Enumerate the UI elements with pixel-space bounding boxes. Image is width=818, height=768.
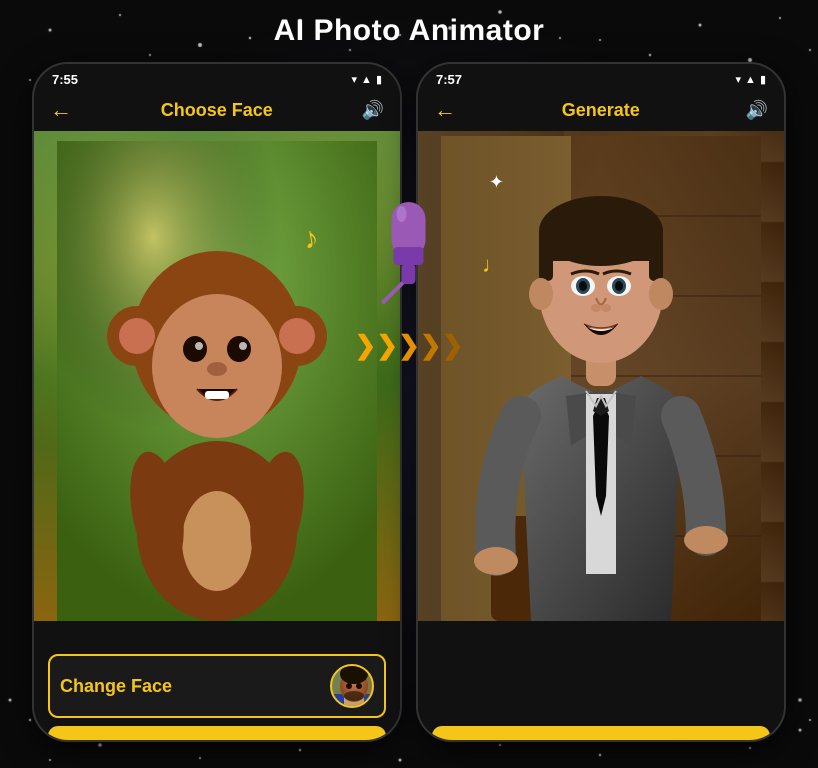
change-face-label: Change Face bbox=[60, 676, 172, 697]
left-phone: 7:55 ▾ ▲ ▮ ← Choose Face 🔊 bbox=[32, 62, 402, 742]
right-status-bar: 7:57 ▾ ▲ ▮ bbox=[418, 64, 784, 91]
right-photo-area bbox=[418, 131, 784, 621]
page-title: AI Photo Animator bbox=[0, 0, 818, 58]
download-button[interactable]: Download bbox=[432, 726, 770, 742]
right-status-time: 7:57 bbox=[436, 72, 462, 87]
signal-icon: ▲ bbox=[361, 74, 372, 86]
left-status-time: 7:55 bbox=[52, 72, 78, 87]
left-phone-bottom: Change Face bbox=[34, 621, 400, 742]
battery-icon: ▮ bbox=[376, 73, 382, 86]
right-sound-icon[interactable]: 🔊 bbox=[746, 100, 768, 121]
right-nav-bar: ← Generate 🔊 bbox=[418, 91, 784, 131]
right-back-button[interactable]: ← bbox=[434, 97, 456, 123]
left-back-button[interactable]: ← bbox=[50, 97, 72, 123]
left-status-icons: ▾ ▲ ▮ bbox=[352, 73, 382, 86]
right-phone-bottom: Download bbox=[418, 621, 784, 742]
change-face-button[interactable]: Change Face bbox=[48, 654, 386, 718]
right-wifi-icon: ▾ bbox=[736, 73, 742, 86]
right-status-icons: ▾ ▲ ▮ bbox=[736, 73, 766, 86]
right-nav-title: Generate bbox=[562, 100, 640, 121]
face-thumbnail bbox=[330, 664, 374, 708]
right-signal-icon: ▲ bbox=[745, 74, 756, 86]
create-button[interactable]: Create bbox=[48, 726, 386, 742]
left-status-bar: 7:55 ▾ ▲ ▮ bbox=[34, 64, 400, 91]
right-phone: 7:57 ▾ ▲ ▮ ← Generate 🔊 bbox=[416, 62, 786, 742]
suited-man-illustration bbox=[441, 136, 761, 621]
left-sound-icon[interactable]: 🔊 bbox=[362, 100, 384, 121]
left-photo-area bbox=[34, 131, 400, 621]
left-nav-title: Choose Face bbox=[161, 100, 273, 121]
wifi-icon: ▾ bbox=[352, 73, 358, 86]
monkey-child-illustration bbox=[57, 141, 377, 621]
left-nav-bar: ← Choose Face 🔊 bbox=[34, 91, 400, 131]
right-battery-icon: ▮ bbox=[760, 73, 766, 86]
